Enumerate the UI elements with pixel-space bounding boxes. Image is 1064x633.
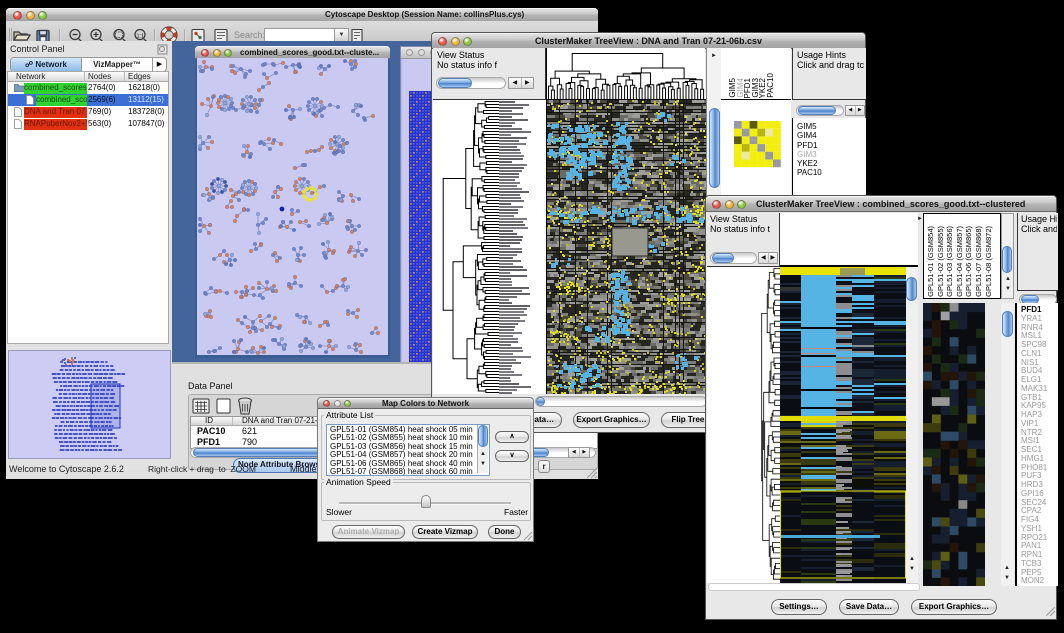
svg-text:1:1: 1:1	[137, 34, 145, 40]
